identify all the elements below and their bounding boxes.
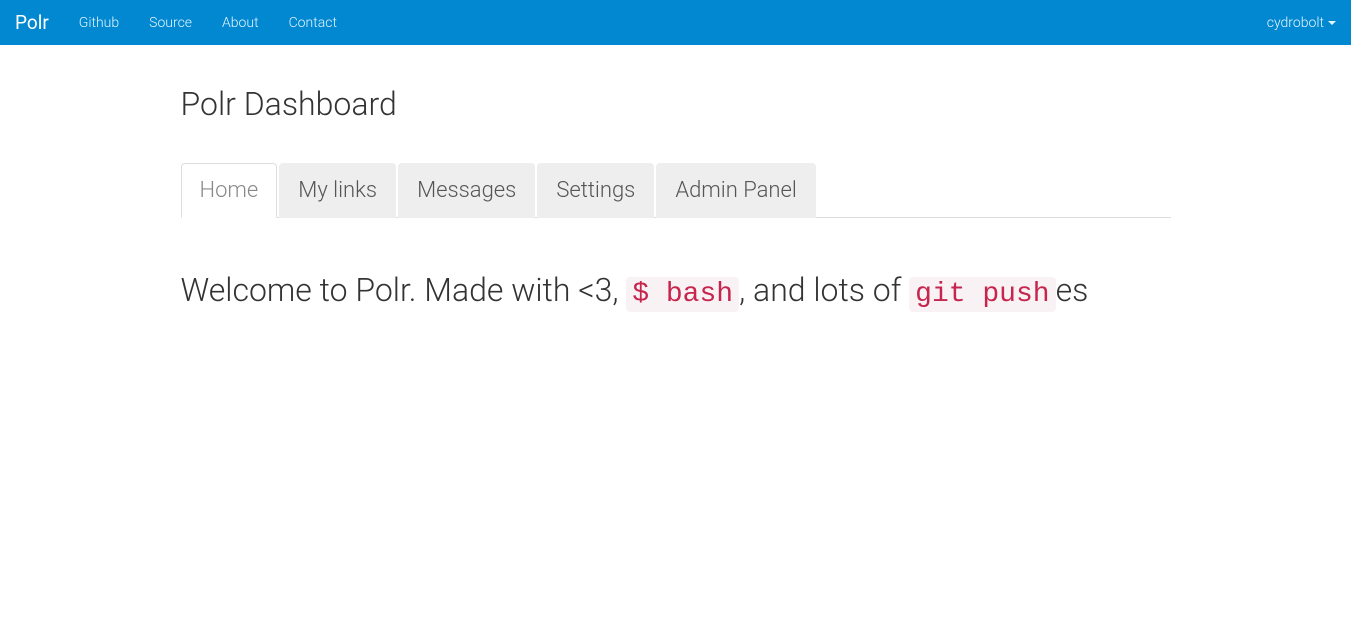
main-container: Polr Dashboard Home My links Messages Se… bbox=[166, 85, 1186, 314]
tab-my-links[interactable]: My links bbox=[279, 163, 398, 218]
tab-admin-panel-link[interactable]: Admin Panel bbox=[656, 163, 816, 218]
navbar-right: cydrobolt bbox=[1252, 3, 1336, 43]
navbar-nav: Github Source About Contact bbox=[64, 3, 352, 43]
nav-tabs: Home My links Messages Settings Admin Pa… bbox=[181, 163, 1171, 218]
nav-link-about[interactable]: About bbox=[207, 3, 274, 43]
page-title: Polr Dashboard bbox=[181, 85, 1171, 123]
tab-home[interactable]: Home bbox=[181, 163, 280, 218]
nav-link-contact[interactable]: Contact bbox=[274, 3, 352, 43]
nav-link-github[interactable]: Github bbox=[64, 3, 134, 43]
navbar: Polr Github Source About Contact cydrobo… bbox=[0, 0, 1351, 45]
tab-admin-panel[interactable]: Admin Panel bbox=[656, 163, 818, 218]
tab-messages[interactable]: Messages bbox=[398, 163, 537, 218]
nav-link-source[interactable]: Source bbox=[134, 3, 207, 43]
tab-settings[interactable]: Settings bbox=[537, 163, 656, 218]
welcome-part3: es bbox=[1056, 271, 1089, 309]
navbar-username: cydrobolt bbox=[1267, 15, 1324, 31]
navbar-brand[interactable]: Polr bbox=[15, 11, 49, 34]
navbar-user-dropdown[interactable]: cydrobolt bbox=[1252, 3, 1336, 43]
tab-messages-link[interactable]: Messages bbox=[398, 163, 535, 218]
tab-settings-link[interactable]: Settings bbox=[537, 163, 654, 218]
caret-down-icon bbox=[1328, 21, 1336, 25]
welcome-code-bash: $ bash bbox=[626, 277, 739, 312]
welcome-text: Welcome to Polr. Made with <3, $ bash, a… bbox=[181, 268, 1171, 314]
welcome-part1: Welcome to Polr. Made with <3, bbox=[181, 271, 627, 309]
welcome-code-git-push: git push bbox=[909, 277, 1055, 312]
navbar-left: Polr Github Source About Contact bbox=[15, 3, 352, 43]
welcome-part2: , and lots of bbox=[739, 271, 909, 309]
tab-home-link[interactable]: Home bbox=[181, 163, 278, 218]
tab-my-links-link[interactable]: My links bbox=[279, 163, 396, 218]
